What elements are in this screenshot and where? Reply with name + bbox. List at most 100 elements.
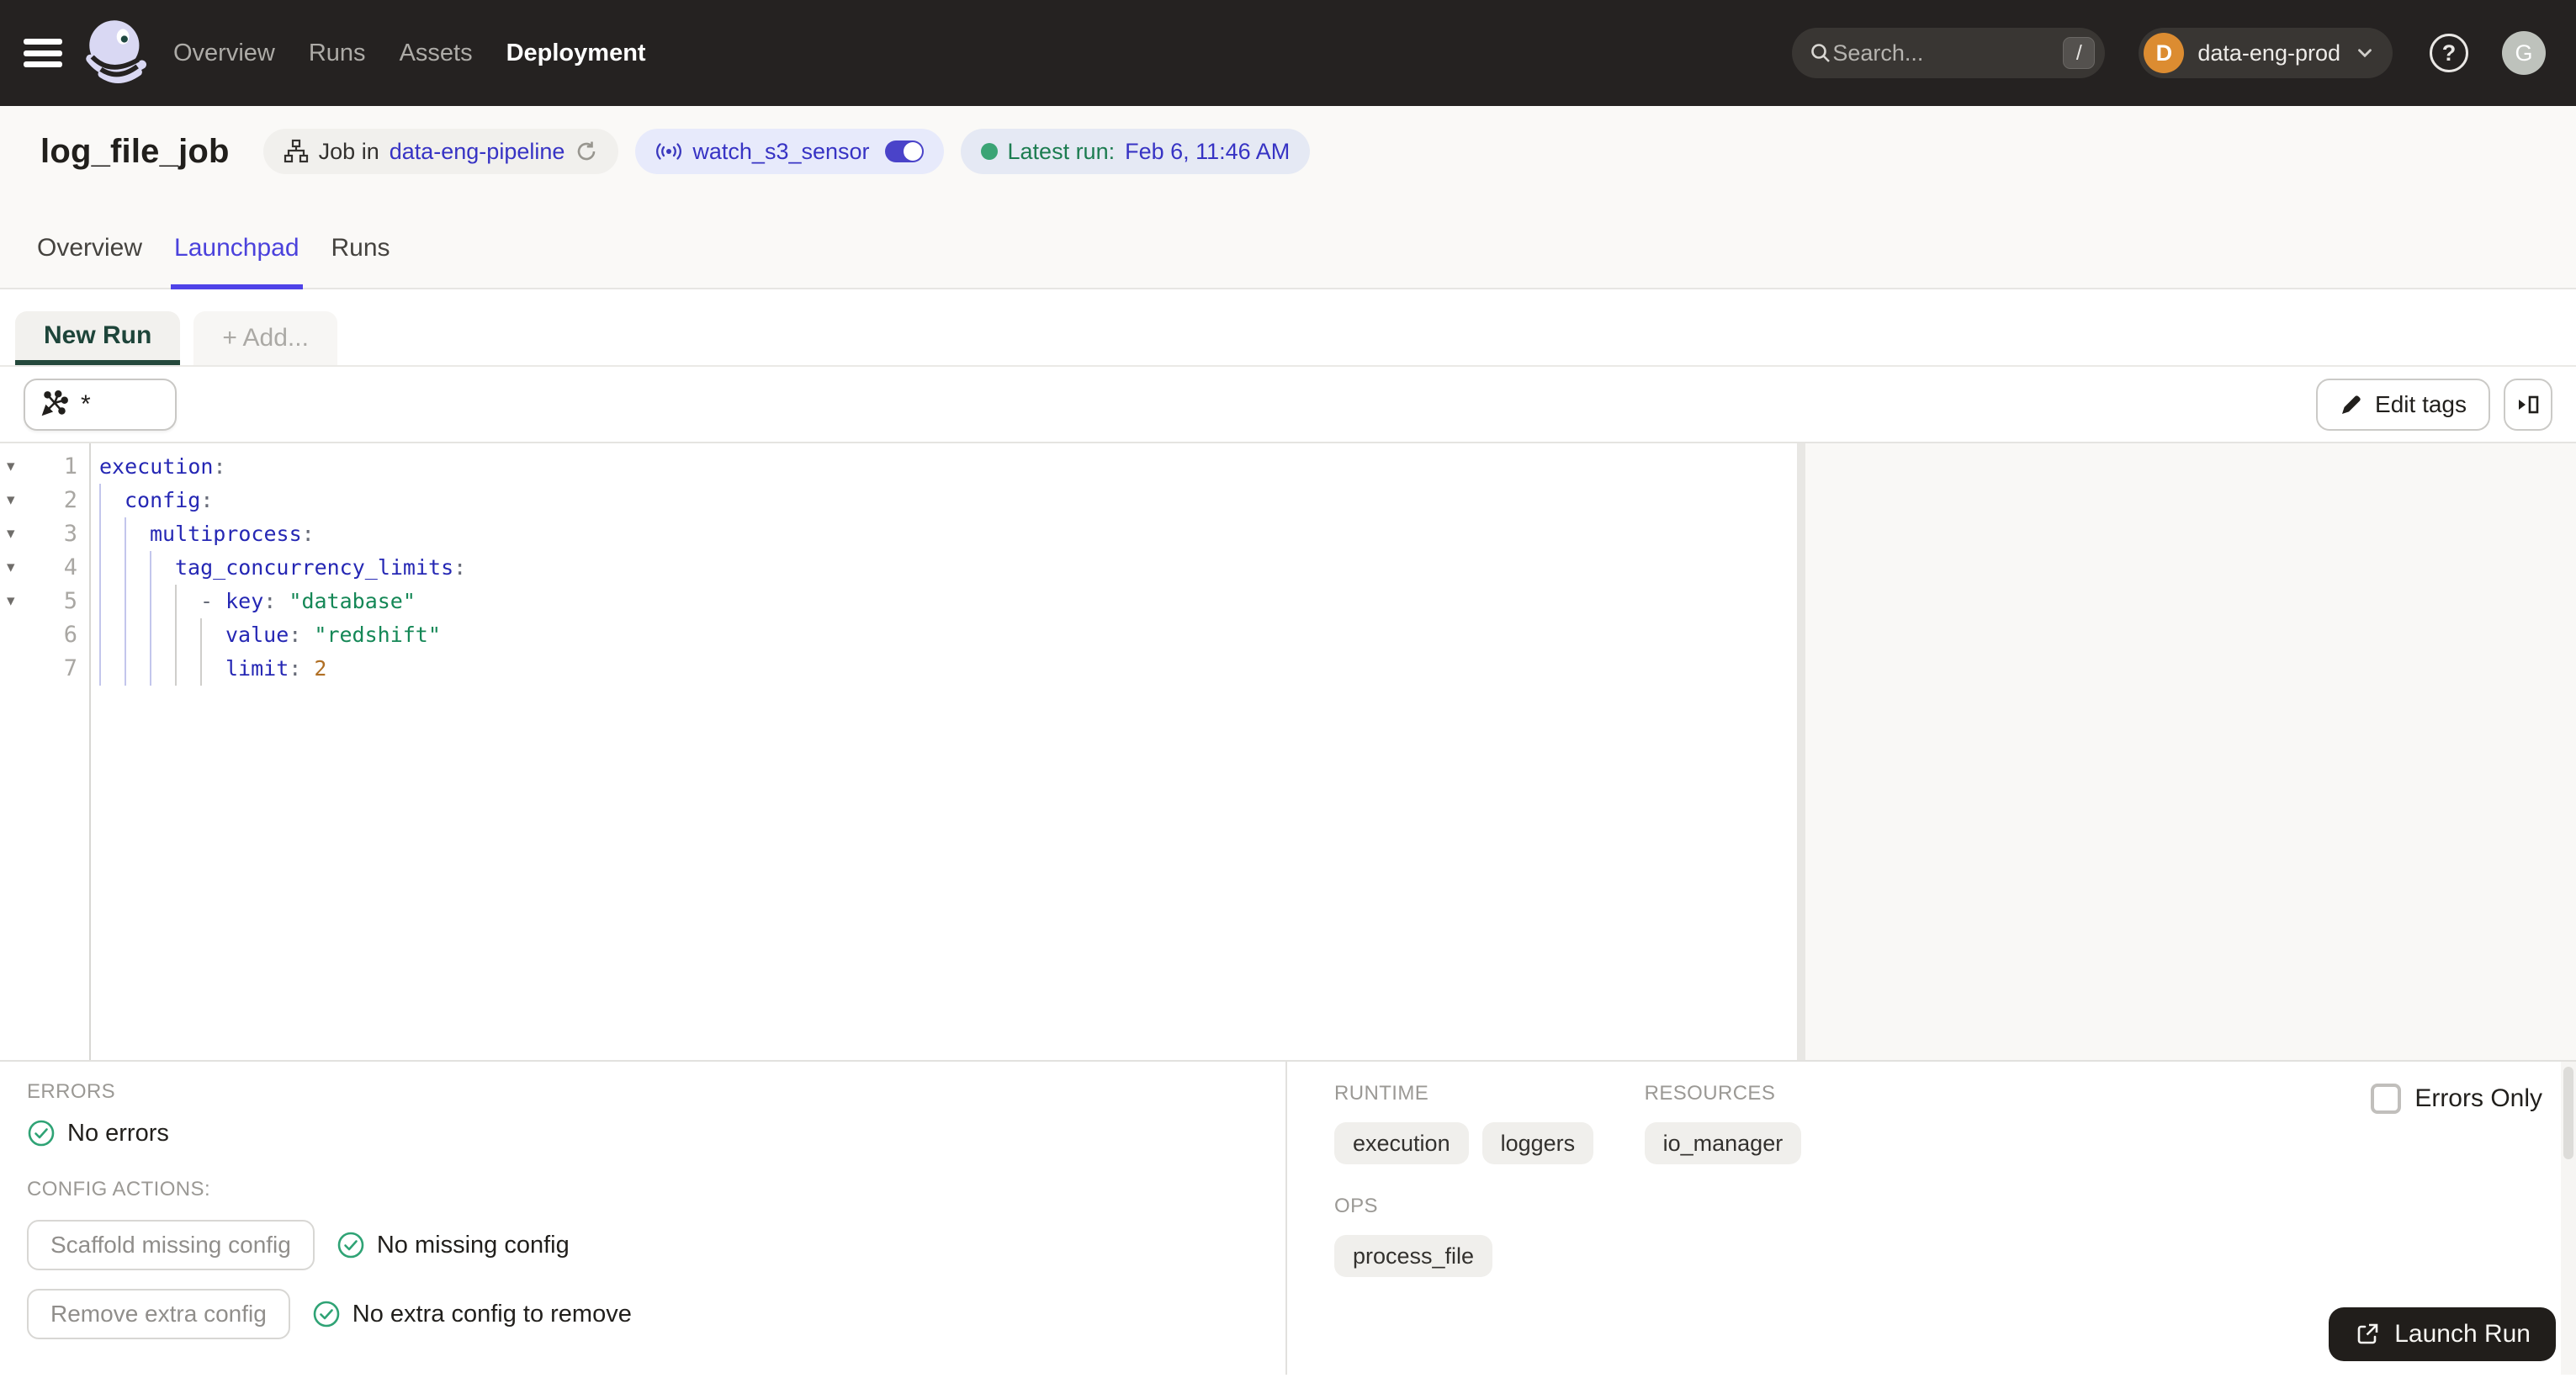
line-number: 5 (63, 588, 77, 614)
errors-only-label: Errors Only (2414, 1084, 2542, 1112)
indent-guide (175, 652, 200, 686)
menu-icon[interactable] (24, 39, 62, 67)
fold-arrow-icon[interactable]: ▾ (0, 450, 25, 484)
sensor-pill: watch_s3_sensor (635, 129, 944, 174)
tab-launchpad[interactable]: Launchpad (171, 234, 304, 289)
latest-run-pill: Latest run: Feb 6, 11:46 AM (960, 129, 1311, 174)
fold-arrow-icon[interactable]: ▾ (0, 484, 25, 517)
dagster-logo-icon (86, 20, 147, 83)
gutter: 6 (0, 618, 89, 652)
line-number: 6 (63, 622, 77, 648)
resource-tag-io_manager[interactable]: io_manager (1644, 1122, 1802, 1164)
launch-icon (2357, 1323, 2378, 1344)
editor-right-pane (1805, 443, 2576, 1060)
search-input[interactable] (1832, 40, 2064, 66)
config-status-panel: ERRORS No errors CONFIG ACTIONS: Scaffol… (0, 1062, 1285, 1375)
gutter-border (89, 443, 91, 1060)
indent-guide (125, 517, 150, 551)
page-title: log_file_job (40, 132, 230, 170)
code-line[interactable]: ▾ 2 config: (0, 484, 1797, 517)
code-text: - key: "database" (89, 585, 416, 618)
user-avatar[interactable]: G (2502, 31, 2546, 75)
job-graph-icon (284, 139, 308, 163)
tab-new-run[interactable]: New Run (15, 311, 181, 365)
global-search[interactable]: / (1792, 28, 2106, 78)
nav-item-overview[interactable]: Overview (173, 40, 275, 67)
sensor-toggle[interactable] (884, 140, 924, 162)
nav-item-runs[interactable]: Runs (309, 40, 366, 67)
indent-guide (150, 585, 175, 618)
op-tag-process_file[interactable]: process_file (1334, 1235, 1493, 1277)
errors-only-checkbox[interactable] (2371, 1084, 2402, 1114)
runtime-column: RUNTIME execution loggers (1334, 1082, 1594, 1164)
line-number: 4 (63, 554, 77, 580)
ops-label: OPS (1334, 1195, 1378, 1217)
op-selector-icon (41, 390, 68, 416)
search-shortcut-key: / (2063, 37, 2096, 69)
tab-overview[interactable]: Overview (35, 234, 144, 288)
resources-column: RESOURCES io_manager (1644, 1082, 1802, 1164)
code-line[interactable]: ▾ 1 execution: (0, 450, 1797, 484)
indent-guide (99, 517, 125, 551)
tab-runs[interactable]: Runs (330, 234, 392, 288)
runtime-label: RUNTIME (1334, 1082, 1429, 1105)
code-text: execution: (99, 454, 226, 479)
deployment-name: data-eng-prod (2197, 40, 2340, 66)
reload-icon[interactable] (575, 140, 598, 163)
runtime-tag-loggers[interactable]: loggers (1481, 1122, 1594, 1164)
expand-panel-button[interactable] (2504, 378, 2552, 431)
latest-run-label: Latest run: (1007, 138, 1116, 164)
errors-only-control[interactable]: Errors Only (2371, 1084, 2542, 1114)
edit-tags-button[interactable]: Edit tags (2316, 378, 2490, 431)
indent-guide (200, 652, 225, 686)
nav-item-deployment[interactable]: Deployment (506, 40, 646, 67)
top-nav: Overview Runs Assets Deployment / D data-en… (0, 0, 2576, 106)
scaffold-missing-config-button[interactable]: Scaffold missing config (27, 1220, 315, 1270)
fold-arrow-icon[interactable]: ▾ (0, 551, 25, 585)
scrollbar-thumb[interactable] (2563, 1067, 2573, 1159)
yaml-config-editor[interactable]: ▾ 1 execution: ▾ 2 config: ▾ 3 multiprocess: ▾ 4 ta… (0, 443, 1797, 1060)
latest-run-link[interactable]: Feb 6, 11:46 AM (1125, 139, 1290, 165)
add-config-tab-button[interactable]: + Add... (193, 311, 337, 365)
indent-guide (99, 618, 125, 652)
check-circle-icon (337, 1232, 364, 1259)
check-circle-icon (313, 1301, 340, 1328)
config-sections-panel: RUNTIME execution loggers RESOURCES io_ma… (1285, 1062, 2576, 1375)
config-action-row: Remove extra config No extra config to re… (27, 1289, 1259, 1339)
fold-arrow-icon[interactable]: ▾ (0, 517, 25, 551)
code-line[interactable]: ▾ 5 - key: "database" (0, 585, 1797, 618)
split-divider[interactable] (1797, 443, 1805, 1060)
edit-tags-label: Edit tags (2375, 390, 2467, 417)
code-line[interactable]: ▾ 3 multiprocess: (0, 517, 1797, 551)
run-status-dot (980, 143, 998, 160)
remove-extra-config-button[interactable]: Remove extra config (27, 1289, 290, 1339)
panel-scrollbar[interactable] (2561, 1062, 2576, 1375)
op-selector-input[interactable]: * (24, 378, 177, 431)
gutter: ▾ 1 (0, 450, 89, 484)
runtime-tag-execution[interactable]: execution (1334, 1122, 1469, 1164)
launch-run-button[interactable]: Launch Run (2329, 1307, 2556, 1361)
action-status-text: No extra config to remove (352, 1300, 632, 1328)
pipeline-link[interactable]: data-eng-pipeline (390, 139, 565, 165)
indent-guide (150, 652, 175, 686)
nav-item-assets[interactable]: Assets (400, 40, 473, 67)
code-line[interactable]: ▾ 4 tag_concurrency_limits: (0, 551, 1797, 585)
help-icon[interactable]: ? (2430, 34, 2468, 72)
indent-guide (150, 551, 175, 585)
launch-run-label: Launch Run (2394, 1320, 2531, 1348)
code-line[interactable]: 6 value: "redshift" (0, 618, 1797, 652)
line-number: 3 (63, 521, 77, 547)
launchpad-toolbar: * Edit tags (0, 367, 2576, 443)
config-actions-label: CONFIG ACTIONS: (27, 1178, 211, 1200)
line-number: 1 (63, 453, 77, 480)
action-status-text: No missing config (376, 1231, 570, 1259)
sensor-link[interactable]: watch_s3_sensor (692, 139, 869, 165)
config-action-row: Scaffold missing config No missing config (27, 1220, 1259, 1270)
code-line[interactable]: 7 limit: 2 (0, 652, 1797, 686)
deployment-switcher[interactable]: D data-eng-prod (2139, 28, 2393, 78)
check-circle-icon (28, 1120, 55, 1147)
job-pill-prefix: Job in (318, 138, 379, 164)
gutter: ▾ 4 (0, 551, 89, 585)
no-errors-status: No errors (27, 1119, 1259, 1147)
fold-arrow-icon[interactable]: ▾ (0, 585, 25, 618)
